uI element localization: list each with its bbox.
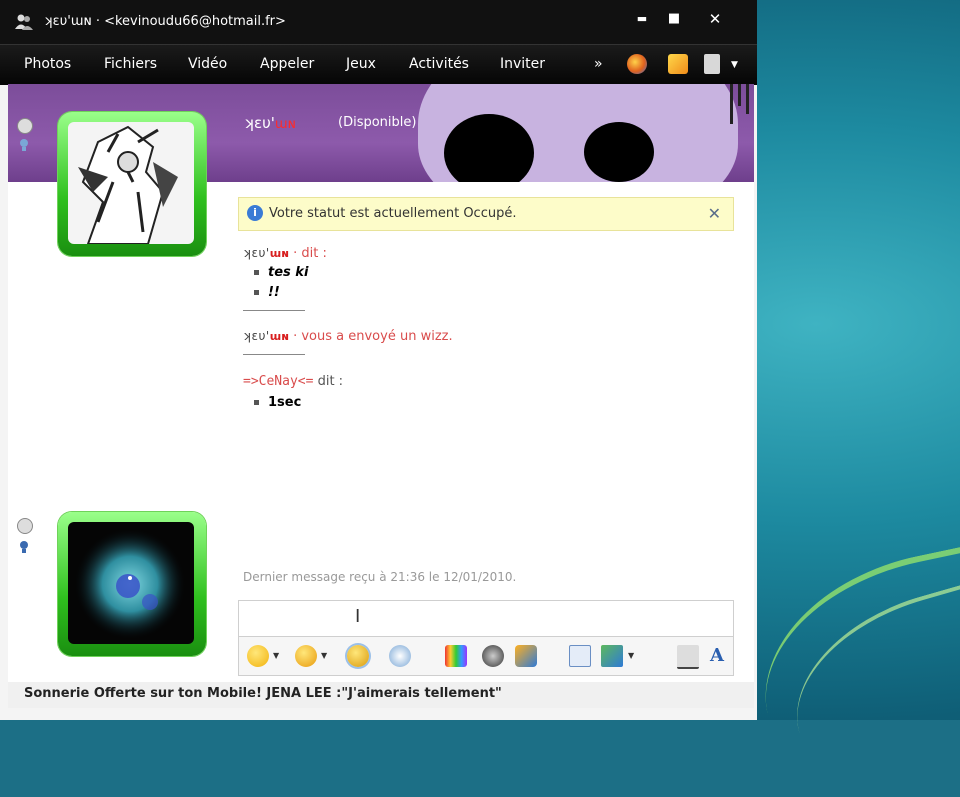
menu-overflow[interactable]: » (594, 56, 603, 72)
skull-eye (444, 114, 534, 182)
maximize-button[interactable]: ■ (658, 8, 690, 30)
options-dropdown-icon[interactable]: ▼ (731, 60, 738, 70)
skull-eye (584, 122, 654, 182)
window-title-nick: ʞɛυ'ɯɴ (44, 14, 92, 29)
message-input[interactable] (238, 600, 734, 637)
sender-nick: =>CeNay<= (243, 374, 314, 389)
input-toolbar: ▼ ▼ ▼ A (238, 636, 734, 676)
sender-suffix: · dit : (288, 246, 327, 261)
message-divider (243, 354, 305, 355)
sender-nick-red: ɯɴ (269, 330, 289, 343)
message-line: tes ki (268, 265, 309, 280)
game-icon[interactable] (515, 645, 537, 667)
winks-icon[interactable] (668, 54, 688, 74)
own-avatar[interactable] (58, 512, 206, 656)
sound-icon[interactable] (482, 645, 504, 667)
sender-nick: ʞɛυ' (243, 246, 270, 260)
background-icon[interactable] (445, 645, 467, 667)
message-divider (243, 310, 305, 311)
skull-background-image (418, 84, 738, 182)
sender-nick: ʞɛυ' (243, 329, 270, 343)
message-line: 1sec (268, 395, 302, 410)
theme-icon[interactable] (627, 54, 647, 74)
menu-bar: Photos Fichiers Vidéo Appeler Jeux Activ… (0, 44, 757, 85)
ad-status-bar: Sonnerie Offerte sur ton Mobile! JENA LE… (8, 682, 754, 708)
contact-avatar-image (68, 122, 194, 244)
animoticon-icon[interactable] (347, 645, 369, 667)
menu-appeler[interactable]: Appeler (260, 56, 314, 72)
message-sender-1: ʞɛυ'ɯɴ · dit : (243, 246, 327, 261)
list-item: !! (254, 285, 280, 300)
contact-name: ʞɛυ'ɯɴ (244, 114, 296, 132)
list-item: tes ki (254, 265, 308, 280)
options-icon[interactable] (704, 54, 720, 74)
close-notice-icon[interactable]: ✕ (708, 204, 721, 223)
emoticon-dropdown-icon[interactable]: ▼ (273, 651, 279, 660)
sender-suffix: dit : (313, 374, 344, 389)
list-item: 1sec (254, 395, 301, 410)
contact-status: (Disponible) (338, 115, 417, 130)
webcam-icon[interactable] (19, 540, 29, 554)
webcam-icon[interactable] (19, 138, 29, 152)
close-button[interactable]: ✕ (699, 8, 731, 30)
menu-video[interactable]: Vidéo (188, 56, 227, 72)
message-line: !! (268, 285, 280, 300)
message-sender-2: ʞɛυ'ɯɴ · vous a envoyé un wizz. (243, 329, 453, 344)
text-cursor-icon: I (355, 606, 361, 627)
title-bar: ʞɛυ'ɯɴ · <kevinoudu66@hotmail.fr> ▬ ■ ✕ (0, 0, 757, 44)
messenger-logo-icon (15, 14, 33, 30)
contact-avatar[interactable] (58, 112, 206, 256)
menu-jeux[interactable]: Jeux (346, 56, 376, 72)
window-title-email: · <kevinoudu66@hotmail.fr> (91, 14, 286, 29)
font-icon[interactable]: A (710, 645, 724, 666)
menu-activites[interactable]: Activités (409, 56, 469, 72)
sender-nick-red: ɯɴ (269, 247, 289, 260)
minimize-button[interactable]: ▬ (626, 8, 658, 30)
sender-suffix: · vous a envoyé un wizz. (288, 329, 453, 344)
screenshot-icon[interactable] (601, 645, 623, 667)
handwriting-icon[interactable] (677, 645, 699, 669)
menu-fichiers[interactable]: Fichiers (104, 56, 157, 72)
emoticon-icon[interactable] (247, 645, 269, 667)
status-notice-bar: i Votre statut est actuellement Occupé. … (238, 197, 734, 231)
last-message-info: Dernier message reçu à 21:36 le 12/01/20… (243, 570, 517, 584)
spellcheck-icon[interactable] (569, 645, 591, 667)
collapse-icon[interactable] (17, 118, 33, 134)
wink-icon[interactable] (295, 645, 317, 667)
wink-dropdown-icon[interactable]: ▼ (321, 651, 327, 660)
menu-photos[interactable]: Photos (24, 56, 71, 72)
message-sender-3: =>CeNay<= dit : (243, 374, 343, 389)
contact-name-red: ɯɴ (274, 117, 296, 132)
contact-name-main: ʞɛυ' (244, 114, 275, 132)
ad-text[interactable]: Sonnerie Offerte sur ton Mobile! JENA LE… (24, 686, 502, 701)
collapse-icon[interactable] (17, 518, 33, 534)
messenger-window: ʞɛυ'ɯɴ · <kevinoudu66@hotmail.fr> ▬ ■ ✕ … (0, 0, 757, 720)
menu-inviter[interactable]: Inviter (500, 56, 545, 72)
screenshot-dropdown-icon[interactable]: ▼ (628, 651, 634, 660)
nudge-icon[interactable] (389, 645, 411, 667)
info-icon: i (247, 205, 263, 221)
status-notice-text: Votre statut est actuellement Occupé. (269, 206, 517, 221)
own-avatar-image (68, 522, 194, 644)
window-title: ʞɛυ'ɯɴ · <kevinoudu66@hotmail.fr> (44, 14, 286, 29)
